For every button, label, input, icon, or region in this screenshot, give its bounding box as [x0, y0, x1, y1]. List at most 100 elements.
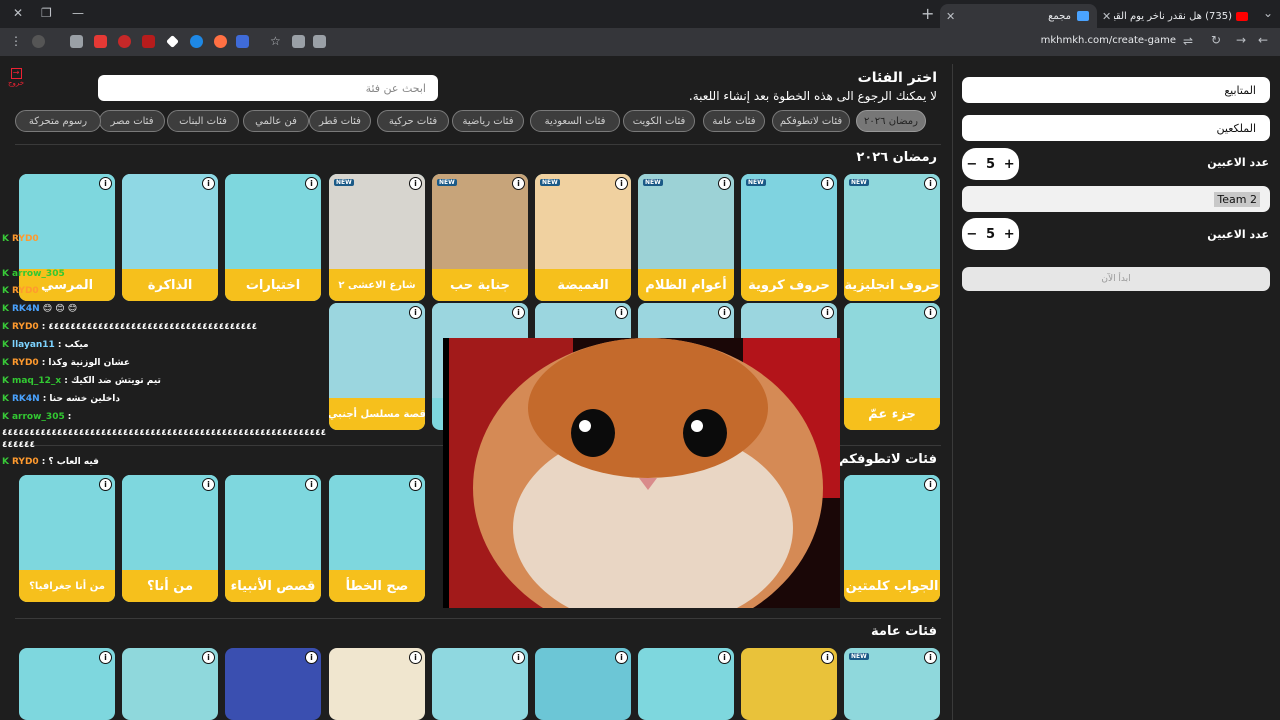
- category-card[interactable]: i NEW أعوام الظلام: [638, 174, 734, 301]
- minus-button[interactable]: −: [966, 157, 977, 172]
- info-icon[interactable]: i: [202, 177, 215, 190]
- category-pill[interactable]: رمضان ٢٠٢٦: [856, 110, 926, 132]
- category-pill[interactable]: فئات عامة: [703, 110, 765, 132]
- info-icon[interactable]: i: [615, 306, 628, 319]
- category-card[interactable]: i: [741, 648, 837, 720]
- reload-icon[interactable]: ↻: [1211, 33, 1221, 47]
- category-card[interactable]: i: [329, 648, 425, 720]
- category-pill[interactable]: فئات الكويت: [623, 110, 695, 132]
- category-card[interactable]: i جزء عمّ: [844, 303, 940, 430]
- team2-name-field[interactable]: Team 2: [962, 186, 1270, 212]
- info-icon[interactable]: i: [99, 651, 112, 664]
- minus-button[interactable]: −: [966, 227, 977, 242]
- extensions-icon[interactable]: [70, 35, 83, 48]
- category-card[interactable]: i: [638, 648, 734, 720]
- info-icon[interactable]: i: [821, 651, 834, 664]
- extension-icon[interactable]: [142, 35, 155, 48]
- plus-button[interactable]: +: [1004, 157, 1015, 172]
- info-icon[interactable]: i: [615, 651, 628, 664]
- menu-icon[interactable]: ⋮: [10, 34, 22, 48]
- team1-name-field[interactable]: المتابيع: [962, 77, 1270, 103]
- category-card[interactable]: i من أنا جغرافيا؟: [19, 475, 115, 602]
- address-bar[interactable]: mkhmkh.com/create-game: [1000, 35, 1176, 46]
- info-icon[interactable]: i: [924, 306, 937, 319]
- info-icon[interactable]: i: [99, 177, 112, 190]
- profile-avatar[interactable]: [32, 35, 45, 48]
- category-pill[interactable]: فئات رياضية: [452, 110, 524, 132]
- info-icon[interactable]: i: [924, 177, 937, 190]
- close-tab-icon[interactable]: ✕: [946, 10, 955, 23]
- tab-youtube[interactable]: ✕ (735) هل نقدر نأخر يوم القيامة ؟ |: [1098, 4, 1258, 28]
- category-pill[interactable]: فئات حركية: [377, 110, 449, 132]
- info-icon[interactable]: i: [615, 177, 628, 190]
- category-pill[interactable]: فئات البنات: [167, 110, 239, 132]
- info-icon[interactable]: i: [409, 306, 422, 319]
- cast-icon[interactable]: [313, 35, 326, 48]
- close-tab-icon[interactable]: ✕: [1102, 10, 1111, 23]
- info-icon[interactable]: i: [305, 177, 318, 190]
- info-icon[interactable]: i: [409, 478, 422, 491]
- tab-active[interactable]: ✕ مجمع: [940, 4, 1097, 28]
- info-icon[interactable]: i: [924, 651, 937, 664]
- category-search-input[interactable]: ابحث عن فئة: [98, 75, 438, 101]
- info-icon[interactable]: i: [305, 478, 318, 491]
- info-icon[interactable]: i: [512, 177, 525, 190]
- category-card[interactable]: i: [432, 648, 528, 720]
- translate-icon[interactable]: [236, 35, 249, 48]
- info-icon[interactable]: i: [99, 478, 112, 491]
- category-pill[interactable]: فئات لاتطوفكم: [772, 110, 850, 132]
- extension-icon[interactable]: [118, 35, 131, 48]
- info-icon[interactable]: i: [512, 306, 525, 319]
- category-card[interactable]: i صح الخطأ: [329, 475, 425, 602]
- category-card[interactable]: i NEW الغميضة: [535, 174, 631, 301]
- category-card[interactable]: i: [122, 648, 218, 720]
- extension-icon[interactable]: [190, 35, 203, 48]
- info-icon[interactable]: i: [821, 177, 834, 190]
- info-icon[interactable]: i: [202, 478, 215, 491]
- category-card[interactable]: i قصص الأنبياء: [225, 475, 321, 602]
- team1-second-field[interactable]: الملكعين: [962, 115, 1270, 141]
- info-icon[interactable]: i: [718, 306, 731, 319]
- plus-button[interactable]: +: [1004, 227, 1015, 242]
- info-icon[interactable]: i: [718, 651, 731, 664]
- info-icon[interactable]: i: [821, 306, 834, 319]
- category-card[interactable]: i NEW: [844, 648, 940, 720]
- tab-search-icon[interactable]: ⌄: [1263, 6, 1273, 20]
- info-icon[interactable]: i: [924, 478, 937, 491]
- category-card[interactable]: i من أنا؟: [122, 475, 218, 602]
- share-icon[interactable]: [292, 35, 305, 48]
- info-icon[interactable]: i: [409, 177, 422, 190]
- back-icon[interactable]: ←: [1258, 33, 1268, 47]
- info-icon[interactable]: i: [409, 651, 422, 664]
- category-card[interactable]: i NEW حروف كروية: [741, 174, 837, 301]
- info-icon[interactable]: i: [718, 177, 731, 190]
- extension-icon[interactable]: [214, 35, 227, 48]
- extension-icon[interactable]: [166, 35, 179, 48]
- category-card[interactable]: i الذاكرة: [122, 174, 218, 301]
- start-game-button[interactable]: ابدأ الآن: [962, 267, 1270, 291]
- category-card[interactable]: i: [19, 648, 115, 720]
- extension-icon[interactable]: [94, 35, 107, 48]
- category-card[interactable]: i NEW جناية حب: [432, 174, 528, 301]
- info-icon[interactable]: i: [512, 651, 525, 664]
- info-icon[interactable]: i: [202, 651, 215, 664]
- category-card[interactable]: i NEW شارع الاعشى ٢: [329, 174, 425, 301]
- category-card[interactable]: i الجواب كلمتين: [844, 475, 940, 602]
- category-card[interactable]: i NEW حروف انجليزية: [844, 174, 940, 301]
- category-card[interactable]: i اختيارات: [225, 174, 321, 301]
- info-icon[interactable]: i: [305, 651, 318, 664]
- category-pill[interactable]: فئات قطر: [309, 110, 371, 132]
- category-pill[interactable]: فئات السعودية: [530, 110, 620, 132]
- category-card[interactable]: i قصة مسلسل أجنبي: [329, 303, 425, 430]
- close-window-button[interactable]: ✕: [13, 6, 23, 20]
- category-pill[interactable]: فن عالمي: [243, 110, 309, 132]
- category-pill[interactable]: رسوم متحركة: [15, 110, 101, 132]
- category-card[interactable]: i: [535, 648, 631, 720]
- category-card[interactable]: i: [225, 648, 321, 720]
- new-tab-button[interactable]: +: [921, 4, 934, 23]
- minimize-button[interactable]: —: [72, 6, 84, 20]
- site-info-icon[interactable]: ⇌: [1183, 34, 1193, 48]
- bookmark-star-icon[interactable]: ☆: [270, 34, 281, 48]
- category-pill[interactable]: فئات مصر: [99, 110, 165, 132]
- exit-button[interactable]: → خروج: [8, 68, 24, 87]
